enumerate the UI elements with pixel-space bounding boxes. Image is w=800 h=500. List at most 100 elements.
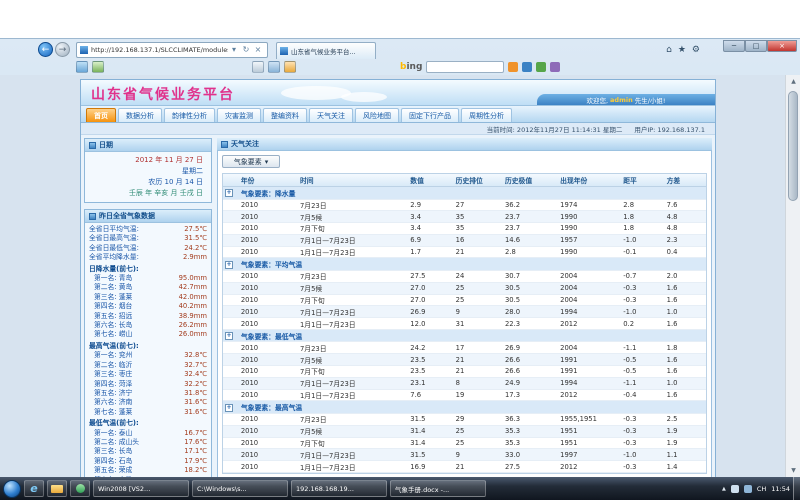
minimize-button[interactable]: ─ xyxy=(723,40,745,52)
table-group-header[interactable]: +气象要素：最低气温 xyxy=(223,330,706,343)
tools-gear-icon[interactable]: ⚙ xyxy=(692,45,700,55)
expand-icon[interactable]: + xyxy=(225,332,233,340)
cell: 2.9 xyxy=(406,201,451,209)
table-row[interactable]: 20107月1日—7月23日31.5933.01997-1.01.1 xyxy=(223,449,706,461)
group-title: 气象要素：平均气温 xyxy=(237,259,706,269)
ie-taskbar-icon[interactable]: e xyxy=(24,480,44,497)
favorites-icon[interactable]: ★ xyxy=(678,45,686,55)
table-group-header[interactable]: +气象要素：最高气温 xyxy=(223,401,706,414)
nav-tab-6[interactable]: 天气关注 xyxy=(309,108,353,122)
nav-tab-9[interactable]: 周期性分析 xyxy=(461,108,512,122)
cell: 2.5 xyxy=(663,415,706,423)
msn-toolbar-icon-1[interactable] xyxy=(508,62,518,72)
address-dropdown-icon[interactable]: ▾ xyxy=(228,45,240,54)
table-row[interactable]: 20107月5候31.42535.31951-0.31.9 xyxy=(223,426,706,438)
station-value: 17.1℃ xyxy=(184,447,207,456)
home-icon[interactable]: ⌂ xyxy=(666,45,672,55)
nav-tab-3[interactable]: 韵律性分析 xyxy=(164,108,215,122)
table-row[interactable]: 20101月1日—7月23日1.7212.81990-0.10.4 xyxy=(223,247,706,259)
media-taskbar-icon[interactable] xyxy=(70,480,90,497)
forward-button[interactable]: → xyxy=(55,42,70,57)
close-button[interactable]: × xyxy=(767,40,797,52)
cell: -1.1 xyxy=(619,344,662,352)
cell: 26.6 xyxy=(501,367,556,375)
vertical-scrollbar[interactable]: ▲ ▼ xyxy=(785,75,800,478)
cell: 27 xyxy=(452,201,501,209)
print-icon[interactable] xyxy=(268,61,280,73)
nav-tab-1[interactable]: 首页 xyxy=(86,108,116,122)
nav-tab-8[interactable]: 固定下行产品 xyxy=(401,108,459,122)
mail-icon[interactable] xyxy=(252,61,264,73)
table-row[interactable]: 20107月下旬27.02530.52004-0.31.6 xyxy=(223,295,706,307)
table-row[interactable]: 20101月1日—7月23日16.92127.52012-0.31.4 xyxy=(223,461,706,473)
table-row[interactable]: 20107月1日—7月23日6.91614.61957-1.02.3 xyxy=(223,235,706,247)
table-row[interactable]: 20101月1日—7月23日7.61917.32012-0.41.6 xyxy=(223,390,706,402)
cell: 1994 xyxy=(556,308,619,316)
volume-icon[interactable] xyxy=(744,485,752,493)
table-row[interactable]: 20107月下旬23.52126.61991-0.51.6 xyxy=(223,366,706,378)
date-line: 农历 10 月 14 日 xyxy=(88,177,203,188)
expand-icon[interactable]: + xyxy=(225,261,233,269)
weather-summary-label: 全省平均降水量: xyxy=(89,253,139,262)
nav-tab-2[interactable]: 数据分析 xyxy=(118,108,162,122)
command-bar: bing xyxy=(0,59,800,75)
msn-toolbar-icon-4[interactable] xyxy=(550,62,560,72)
network-icon[interactable] xyxy=(731,485,739,493)
taskbar-button-2[interactable]: C:\Windows\s... xyxy=(192,480,288,497)
taskbar-button-3[interactable]: 192.168.168.19... xyxy=(291,480,387,497)
refresh-icon[interactable]: ↻ xyxy=(240,45,252,54)
maximize-button[interactable]: □ xyxy=(745,40,767,52)
msn-toolbar-icon-3[interactable] xyxy=(536,62,546,72)
taskbar-clock[interactable]: 11:54 xyxy=(771,485,790,493)
cell: 2010 xyxy=(237,284,296,292)
table-group-header[interactable]: + 气象要素：平均气温 xyxy=(223,258,706,271)
back-button[interactable]: ← xyxy=(38,42,53,57)
scrollbar-thumb[interactable] xyxy=(788,91,798,201)
scroll-down-icon[interactable]: ▼ xyxy=(786,464,800,478)
table-row[interactable]: 20107月5候27.02530.52004-0.31.6 xyxy=(223,283,706,295)
table-row[interactable]: 20107月23日2.92736.219742.87.6 xyxy=(223,200,706,212)
table-row[interactable]: 20107月23日24.21726.92004-1.11.8 xyxy=(223,342,706,354)
page-icon[interactable] xyxy=(284,61,296,73)
expand-icon[interactable]: + xyxy=(225,189,233,197)
column-header: 年份 xyxy=(237,175,296,185)
table-group-header[interactable]: +气象要素：降水量 xyxy=(223,187,706,200)
table-row[interactable]: 20107月23日31.52936.31955,1951-0.32.5 xyxy=(223,414,706,426)
nav-tab-4[interactable]: 灾害监测 xyxy=(217,108,261,122)
cell: 23.7 xyxy=(501,213,556,221)
msn-toolbar-icon-2[interactable] xyxy=(522,62,532,72)
date-panel: 日期 2012 年 11 月 27 日星期二农历 10 月 14 日壬辰 年 辛… xyxy=(84,138,212,203)
map-icon[interactable] xyxy=(92,61,104,73)
start-button[interactable] xyxy=(3,480,21,498)
taskbar-button-1[interactable]: Win2008 [VS2... xyxy=(93,480,189,497)
language-indicator[interactable]: CH xyxy=(757,485,766,493)
bing-search-input[interactable] xyxy=(426,61,504,73)
table-row[interactable]: 20107月23日27.52430.72004-0.72.0 xyxy=(223,271,706,283)
nav-tab-7[interactable]: 风险地图 xyxy=(355,108,399,122)
picture-icon[interactable] xyxy=(76,61,88,73)
table-row[interactable]: 20107月下旬3.43523.719901.84.8 xyxy=(223,223,706,235)
expand-icon[interactable]: + xyxy=(225,404,233,412)
bing-toolbar: bing xyxy=(400,60,560,74)
column-header: 方差 xyxy=(663,175,706,185)
scroll-up-icon[interactable]: ▲ xyxy=(786,75,800,89)
table-row[interactable]: 20107月1日—7月23日26.9928.01994-1.01.0 xyxy=(223,306,706,318)
page-title: 山东省气候业务平台 xyxy=(91,84,235,104)
station-value: 32.4℃ xyxy=(184,370,207,379)
table-row[interactable]: 20107月5候3.43523.719901.84.8 xyxy=(223,211,706,223)
stop-icon[interactable]: × xyxy=(252,45,264,54)
table-row[interactable]: 20107月下旬31.42535.31951-0.31.9 xyxy=(223,438,706,450)
element-selector-button[interactable]: 气象要素 ▾ xyxy=(222,155,280,168)
tray-expand-icon[interactable]: ▲ xyxy=(722,486,726,492)
browser-tab[interactable]: 山东省气候业务平台... xyxy=(276,42,376,59)
explorer-taskbar-icon[interactable] xyxy=(47,480,67,497)
table-row[interactable]: 20107月1日—7月23日23.1824.91994-1.11.0 xyxy=(223,378,706,390)
nav-tab-5[interactable]: 整编资料 xyxy=(263,108,307,122)
table-row[interactable]: 20107月5候23.52126.61991-0.51.6 xyxy=(223,354,706,366)
weather-rank-line: 第四名:石岛17.9℃ xyxy=(89,457,207,466)
address-bar[interactable]: http://192.168.137.1/SLCCLIMATE/modules/… xyxy=(76,42,268,58)
taskbar-button-4[interactable]: 气象手册.docx -... xyxy=(390,480,486,497)
cell: -0.3 xyxy=(619,427,662,435)
table-row[interactable]: 20101月1日—7月23日12.03122.320120.21.6 xyxy=(223,318,706,330)
show-desktop-button[interactable] xyxy=(793,477,800,500)
